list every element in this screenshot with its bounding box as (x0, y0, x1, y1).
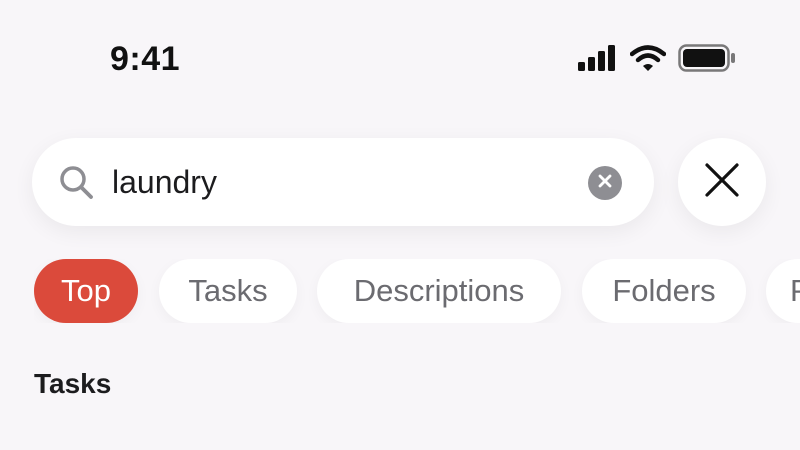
filter-chip-label: Tasks (188, 273, 268, 308)
tasks-section-title: Tasks (34, 368, 112, 399)
search-row (32, 138, 768, 226)
status-icons (578, 44, 736, 72)
search-field[interactable] (32, 138, 654, 226)
filter-chip-descriptions[interactable]: Descriptions (317, 259, 561, 323)
filter-chip-label: P (790, 273, 800, 309)
cellular-signal-icon (578, 45, 618, 71)
close-icon (704, 162, 740, 203)
battery-icon (678, 44, 736, 72)
filter-chip-top[interactable]: Top (34, 259, 138, 323)
close-search-button[interactable] (678, 138, 766, 226)
filter-chip-label: Descriptions (353, 273, 525, 308)
clear-search-button[interactable] (588, 166, 622, 200)
status-bar: 9:41 (0, 0, 800, 110)
filter-chip-partial[interactable]: P (766, 259, 800, 323)
wifi-icon (630, 45, 666, 71)
search-icon (58, 164, 96, 207)
filter-chip-folders[interactable]: Folders (582, 259, 746, 323)
filter-chip-label: Top (61, 273, 111, 308)
status-time: 9:41 (110, 40, 181, 78)
clear-icon (598, 174, 612, 193)
search-input[interactable] (112, 160, 582, 204)
filter-chip-label: Folders (612, 273, 716, 308)
filter-chips: Top Tasks Descriptions Folders P (34, 259, 800, 323)
filter-chip-tasks[interactable]: Tasks (159, 259, 297, 323)
